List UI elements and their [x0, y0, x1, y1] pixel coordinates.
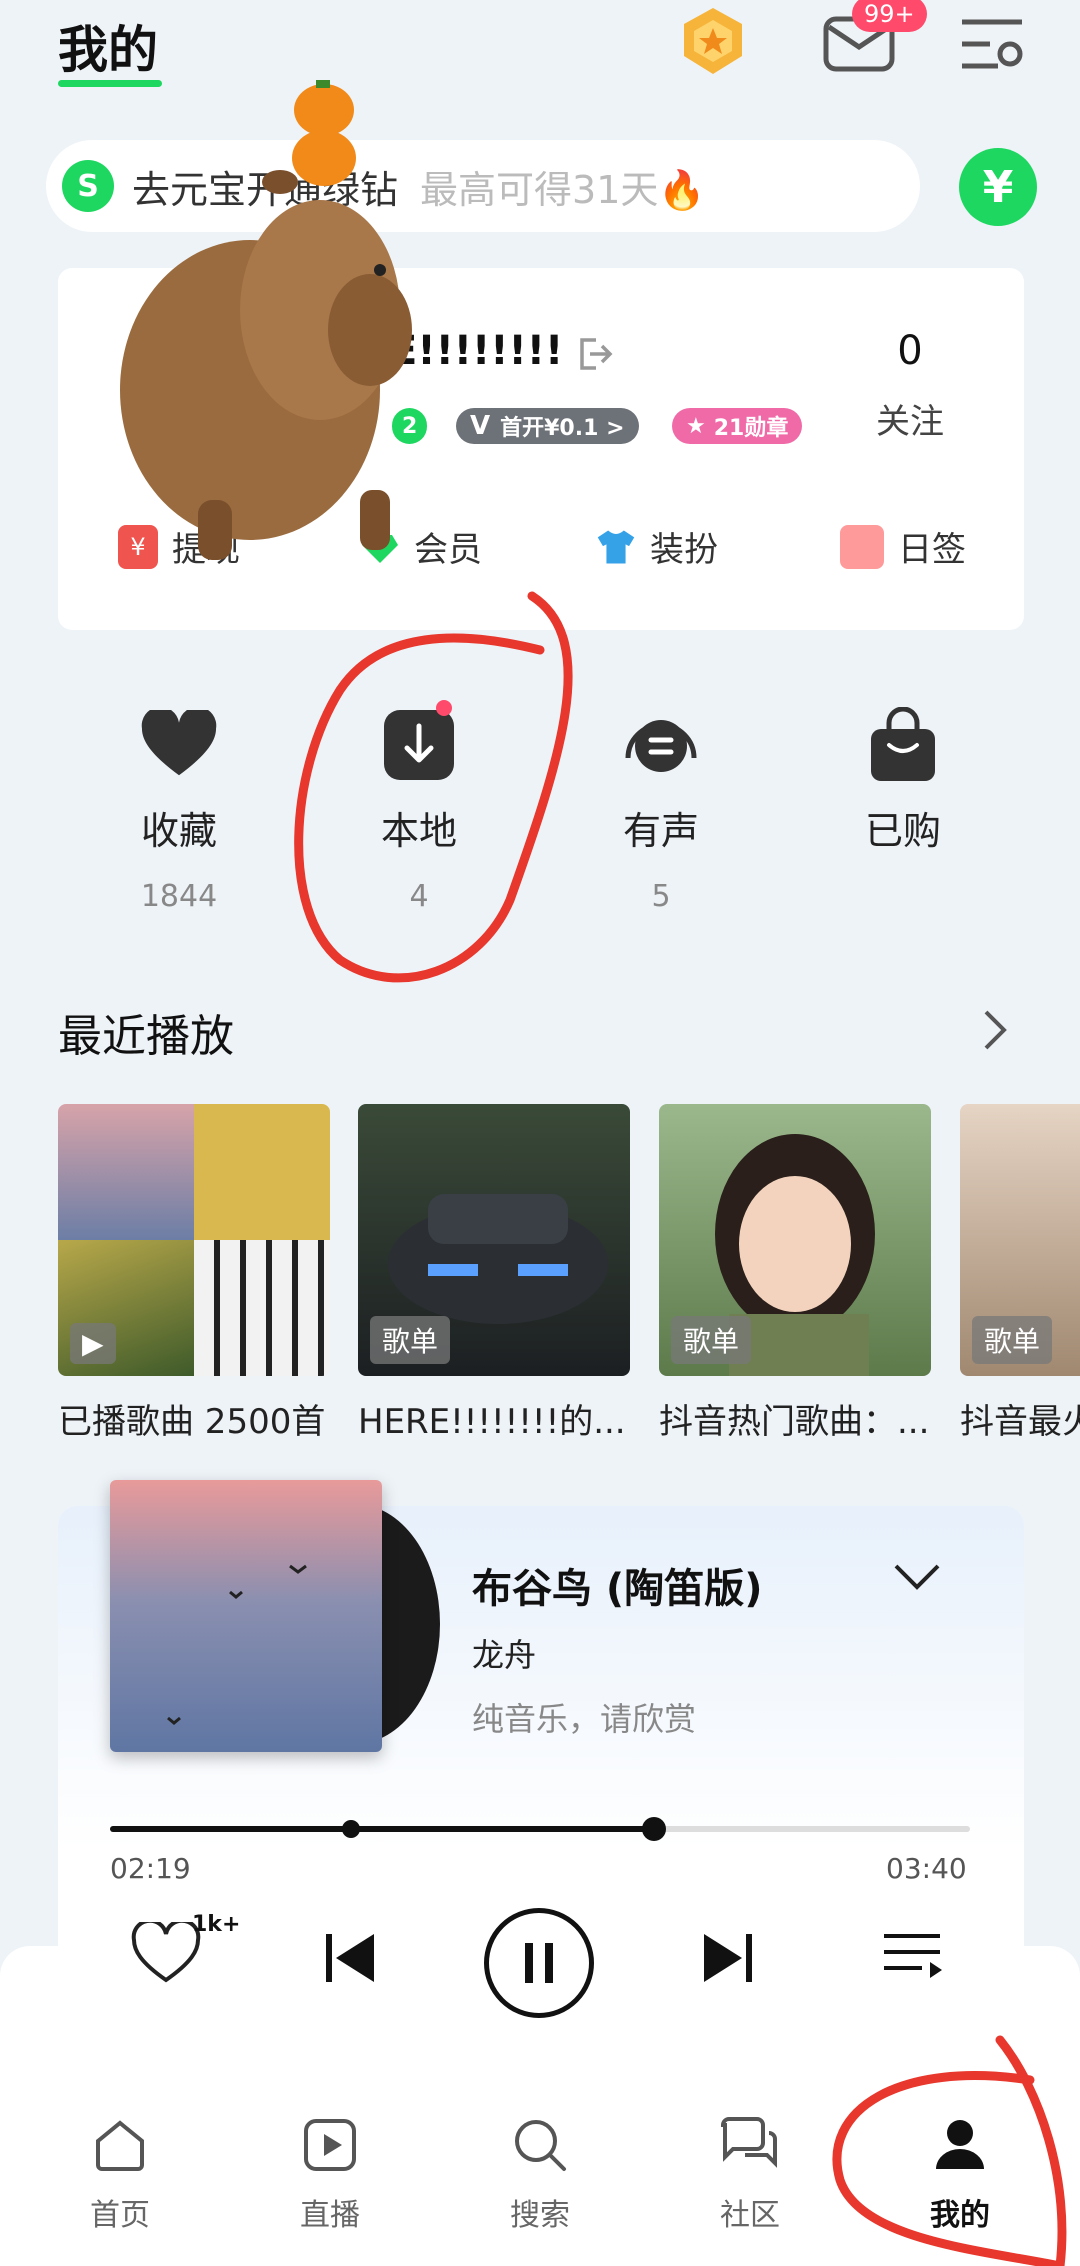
cover-cartoon — [194, 1104, 330, 1240]
recent-caption: 抖音最火 — [960, 1402, 1080, 1442]
library-purchased[interactable]: 已购 — [818, 706, 988, 879]
play-icon: ▶ — [70, 1323, 116, 1364]
song-title: 布谷鸟 (陶笛版) — [472, 1566, 763, 1612]
library-audiobooks[interactable]: 有声 5 — [576, 706, 746, 914]
skip-next-icon — [704, 1934, 752, 1982]
nav-community[interactable]: 社区 — [670, 2110, 830, 2234]
previous-button[interactable] — [322, 1930, 378, 1990]
progress-fill — [110, 1826, 654, 1832]
chevron-right-icon[interactable] — [982, 1008, 1008, 1056]
skip-previous-icon — [326, 1934, 374, 1982]
playlist-tag: 歌单 — [370, 1316, 451, 1364]
playlist-tag: 歌单 — [972, 1316, 1053, 1364]
recent-tile-3[interactable]: 歌单 — [659, 1104, 931, 1376]
nav-live[interactable]: 直播 — [250, 2110, 410, 2234]
download-icon — [380, 700, 458, 784]
nav-label: 直播 — [300, 2198, 360, 2233]
recent-caption: 抖音热门歌曲：... — [659, 1402, 930, 1442]
mail-badge: 99+ — [852, 0, 927, 32]
logout-icon[interactable] — [574, 334, 614, 378]
medal-count-label: 21勋章 — [713, 416, 789, 441]
capybara-sticker — [70, 60, 430, 570]
community-icon — [670, 2110, 830, 2180]
library-local[interactable]: 本地 4 — [334, 700, 504, 914]
progress-marker — [342, 1820, 360, 1838]
search-icon — [460, 2110, 620, 2180]
pause-icon — [525, 1943, 553, 1983]
quick-action-label: 装扮 — [650, 530, 718, 570]
settings-menu-icon[interactable] — [956, 14, 1030, 74]
nav-search[interactable]: 搜索 — [460, 2110, 620, 2234]
tshirt-icon — [596, 525, 636, 569]
recent-caption: HERE!!!!!!!!的... — [358, 1402, 626, 1442]
progress-track[interactable] — [110, 1817, 970, 1841]
vip-open-tag[interactable]: V 首开¥0.1 > — [456, 408, 639, 444]
yuan-coin-icon[interactable]: ¥ — [959, 148, 1037, 226]
library-favorites[interactable]: 收藏 1844 — [94, 706, 264, 914]
library-count: 4 — [409, 879, 429, 914]
medal-icon[interactable] — [678, 6, 748, 76]
quick-action-daily-sign[interactable]: 日签 — [840, 522, 966, 571]
shopping-bag-icon — [864, 706, 942, 784]
recent-tile-played[interactable]: ▶ — [58, 1104, 330, 1376]
cover-sky-birds — [58, 1104, 194, 1240]
library-label: 已购 — [864, 809, 941, 853]
pause-button[interactable] — [484, 1908, 594, 2018]
cover-piano — [194, 1240, 330, 1376]
library-label: 有声 — [622, 809, 699, 853]
medal-tag[interactable]: ★ 21勋章 — [672, 408, 803, 444]
collapse-chevron-icon[interactable] — [892, 1562, 942, 1596]
playlist-button[interactable] — [882, 1932, 944, 1988]
library-count: 5 — [651, 879, 671, 914]
home-icon — [40, 2110, 200, 2180]
like-count: 1k+ — [192, 1912, 241, 1937]
progress-thumb[interactable] — [641, 1817, 666, 1841]
recent-tile-4[interactable]: 歌单 — [960, 1104, 1080, 1376]
recent-caption: 已播歌曲 2500首 — [58, 1402, 326, 1442]
new-dot — [436, 700, 452, 716]
vip-promo-sub: 最高可得31天🔥 — [420, 167, 706, 212]
nav-label: 我的 — [930, 2198, 990, 2233]
total-time: 03:40 — [886, 1852, 967, 1885]
heart-icon — [140, 706, 218, 784]
quick-action-label: 日签 — [898, 530, 966, 570]
profile-icon — [880, 2110, 1040, 2180]
follow-count[interactable]: 0 — [860, 328, 960, 374]
nav-label: 社区 — [720, 2198, 780, 2233]
nav-home[interactable]: 首页 — [40, 2110, 200, 2234]
playlist-tag: 歌单 — [671, 1316, 752, 1364]
recent-section-title: 最近播放 — [58, 1011, 234, 1062]
nav-label: 首页 — [90, 2198, 150, 2233]
library-label: 收藏 — [140, 809, 217, 853]
library-count: 1844 — [140, 879, 218, 914]
follow-label[interactable]: 关注 — [860, 394, 960, 443]
vip-v-icon: V — [470, 411, 491, 441]
quick-action-dressup[interactable]: 装扮 — [596, 522, 718, 571]
vip-open-label: 首开¥0.1 > — [500, 416, 625, 441]
album-cover — [110, 1480, 382, 1752]
queue-list-icon — [884, 1934, 942, 1978]
next-button[interactable] — [700, 1930, 756, 1990]
elapsed-time: 02:19 — [110, 1852, 191, 1885]
artist-name[interactable]: 龙舟 — [472, 1630, 536, 1676]
live-icon — [250, 2110, 410, 2180]
star-icon: ★ — [686, 413, 706, 439]
recent-tile-2[interactable]: 歌单 — [358, 1104, 630, 1376]
library-label: 本地 — [380, 809, 457, 853]
nav-label: 搜索 — [510, 2198, 570, 2233]
nav-profile[interactable]: 我的 — [880, 2110, 1040, 2234]
daily-sign-icon — [840, 524, 884, 569]
lyric-line: 纯音乐，请欣赏 — [472, 1700, 697, 1738]
audiobook-icon — [622, 706, 700, 784]
birds-art — [167, 1564, 307, 1725]
